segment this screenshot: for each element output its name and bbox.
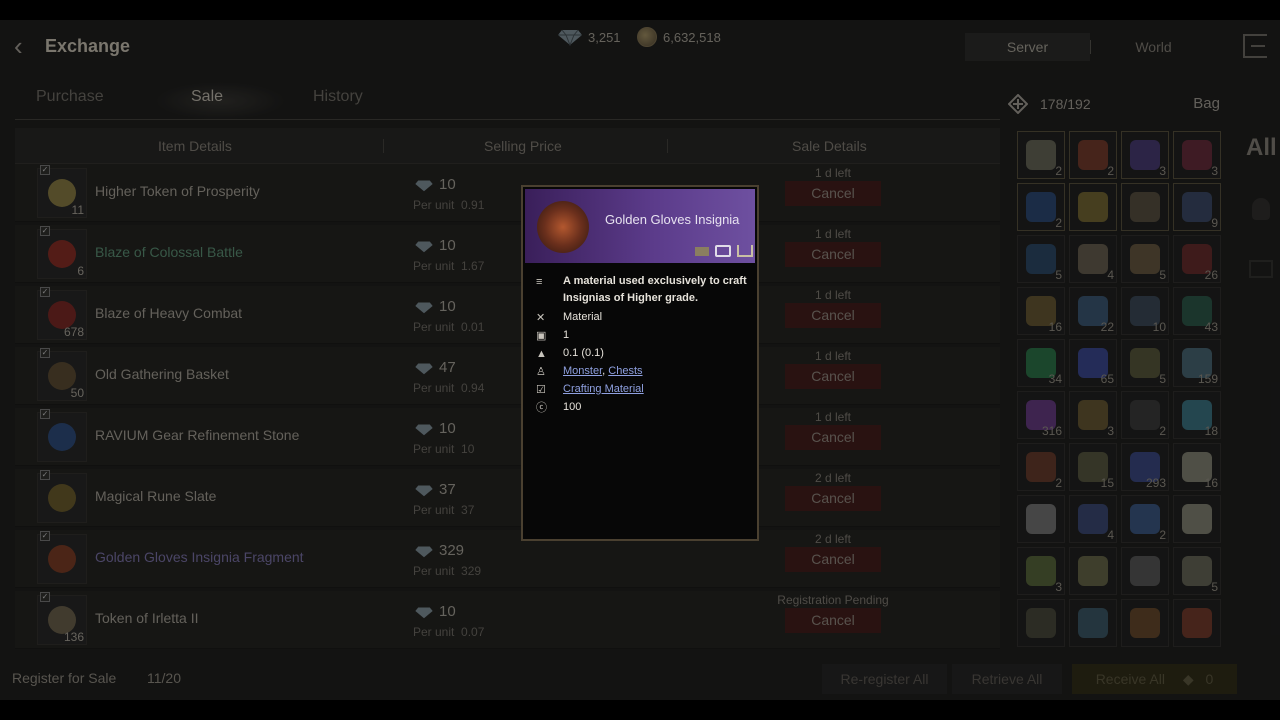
tooltip-toolbar	[671, 243, 753, 259]
tooltip-header: Golden Gloves Insignia	[525, 189, 755, 263]
tooltip-price-row: ⓒ 100	[533, 399, 755, 417]
tooltip-description-row: ≡ A material used exclusively to craft I…	[533, 273, 755, 307]
insignia-fragment-icon	[537, 201, 589, 253]
tooltip-type: Material	[563, 311, 603, 323]
tooltip-stack-row: ▣ 1	[533, 327, 755, 345]
tooltip-body: ≡ A material used exclusively to craft I…	[533, 273, 755, 417]
source-monster-link[interactable]: Monster	[563, 365, 602, 377]
item-tooltip: Golden Gloves Insignia ≡ A material used…	[521, 185, 759, 541]
tooltip-weight-row: ▲ 0.1 (0.1)	[533, 345, 755, 363]
link-icon[interactable]	[715, 245, 731, 257]
source-chests-link[interactable]: Chests	[608, 365, 642, 377]
scales-icon[interactable]	[737, 245, 753, 257]
stack-icon: ▣	[536, 330, 547, 342]
tooltip-weight: 0.1 (0.1)	[563, 347, 604, 359]
tooltip-stack: 1	[563, 329, 570, 341]
tooltip-title: Golden Gloves Insignia	[605, 212, 740, 227]
source-icon: ♙	[536, 366, 546, 378]
tooltip-type-row: ✕ Material	[533, 309, 755, 327]
category-link[interactable]: Crafting Material	[563, 383, 644, 395]
crossed-swords-icon: ✕	[536, 312, 546, 324]
weight-icon: ▲	[536, 348, 547, 360]
tooltip-price: 100	[563, 401, 582, 413]
tooltip-description: A material used exclusively to craft Ins…	[563, 275, 747, 304]
source-separator: ,	[602, 365, 606, 377]
checkbox-icon: ☑	[536, 384, 546, 396]
tooltip-source-row: ♙ Monster, Chests	[533, 363, 755, 381]
coin-icon: ⓒ	[536, 402, 547, 414]
tooltip-category-row: ☑ Crafting Material	[533, 381, 755, 399]
book-icon[interactable]	[695, 246, 709, 256]
description-icon: ≡	[536, 276, 543, 288]
